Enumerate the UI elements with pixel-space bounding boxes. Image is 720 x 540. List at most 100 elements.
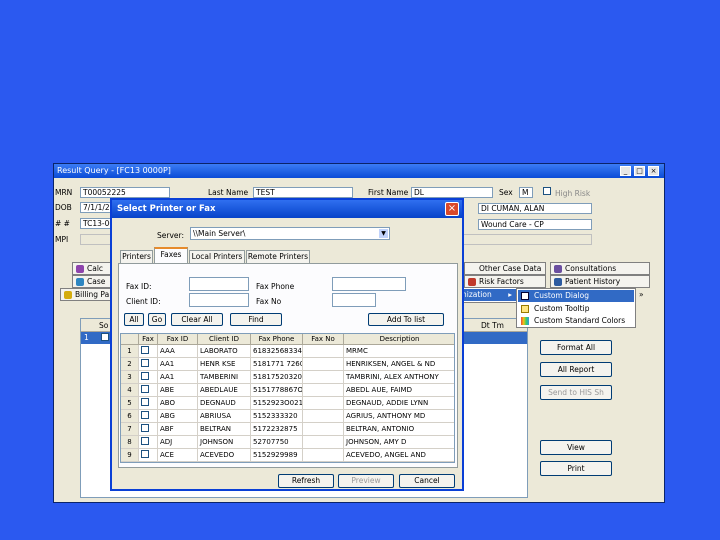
mrn-label: MRN — [55, 188, 73, 197]
find-button[interactable]: Find — [230, 313, 282, 326]
table-row[interactable]: 7 ABF BELTRAN 5172232875 BELTRAN, ANTONIO — [121, 423, 454, 436]
fax-select-checkbox[interactable] — [141, 385, 149, 393]
row-fax-no — [303, 410, 344, 423]
row-fax-no — [303, 423, 344, 436]
server-select[interactable]: \\Main Server\ ▼ — [190, 227, 390, 240]
row-fax-phone: 6183256833430 — [251, 345, 303, 358]
chevron-down-icon[interactable]: ▼ — [379, 229, 388, 238]
minimize-button[interactable]: _ — [620, 166, 631, 176]
fax-select-checkbox[interactable] — [141, 346, 149, 354]
row-fax-id: ACE — [158, 449, 198, 462]
sex-field[interactable]: M — [519, 187, 533, 198]
grid-header-num[interactable] — [121, 334, 139, 345]
tab-remote-printers[interactable]: Remote Printers — [246, 250, 310, 263]
fax-select-checkbox[interactable] — [141, 372, 149, 380]
row-client-id: DEGNAUD — [198, 397, 251, 410]
dialog-close-button[interactable]: × — [445, 202, 459, 216]
server-label: Server: — [157, 231, 184, 240]
row-client-id: HENR KSE — [198, 358, 251, 371]
grid-header-fax-id[interactable]: Fax ID — [158, 334, 198, 345]
table-row[interactable]: 6 ABG ABRIUSA 5152333320 AGRIUS, ANTHONY MD — [121, 410, 454, 423]
acct-label: # # — [55, 219, 70, 228]
last-name-field[interactable]: TEST — [253, 187, 353, 198]
main-titlebar: Result Query - [FC13 0000P] — [54, 164, 664, 178]
table-row[interactable]: 4 ABE ABEDLAUE 5151778867O1 ABEDL AUE, FAIMD — [121, 384, 454, 397]
grid-header-description[interactable]: Description — [344, 334, 454, 345]
menu-item-custom-tooltip[interactable]: Custom Tooltip — [518, 303, 634, 315]
location-field[interactable]: Wound Care - CP — [478, 219, 592, 230]
preview-button[interactable]: Preview — [338, 474, 394, 488]
fax-select-checkbox[interactable] — [141, 450, 149, 458]
mrn-field[interactable]: T00052225 — [80, 187, 170, 198]
grid-row-checkbox[interactable] — [101, 333, 109, 341]
table-row[interactable]: 2 AA1HENR KSE5181771 72606 HENRIKSEN, ANGE… — [121, 358, 454, 371]
add-to-list-button[interactable]: Add To list — [368, 313, 444, 326]
format-all-button[interactable]: Format All — [540, 340, 612, 355]
view-button[interactable]: View — [540, 440, 612, 455]
table-row[interactable]: 8 ADJ JOHNSON 52707750 JOHNSON, AMY D — [121, 436, 454, 449]
tab-faxes[interactable]: Faxes — [154, 247, 188, 264]
clear-all-button[interactable]: Clear All — [171, 313, 223, 326]
fax-select-checkbox[interactable] — [141, 437, 149, 445]
main-window-title: Result Query - [FC13 0000P] — [57, 166, 171, 175]
menu-item-custom-standard-colors[interactable]: Custom Standard Colors — [518, 315, 634, 327]
fax-id-label: Fax ID: — [126, 282, 152, 291]
tab-consultations[interactable]: Consultations — [550, 262, 650, 275]
tab-billing[interactable]: Billing Pa — [60, 288, 114, 301]
row-checkbox — [139, 345, 158, 358]
table-row[interactable]: 9 ACE ACEVEDO 5152929989 ACEVEDO, ANGEL AND — [121, 449, 454, 462]
go-button[interactable]: Go — [148, 313, 166, 326]
fax-select-checkbox[interactable] — [141, 411, 149, 419]
tab-other-case-data[interactable]: Other Case Data — [464, 262, 546, 275]
send-to-his-button[interactable]: Send to HIS Sh — [540, 385, 612, 400]
all-button[interactable]: All — [124, 313, 144, 326]
table-row[interactable]: 1 AAALABORATO6183256833430 MRMC — [121, 345, 454, 358]
row-checkbox — [139, 423, 158, 436]
client-id-input[interactable] — [189, 293, 249, 307]
fax-select-checkbox[interactable] — [141, 424, 149, 432]
tab-printers[interactable]: Printers — [120, 250, 153, 263]
fax-select-checkbox[interactable] — [141, 398, 149, 406]
dob-label: DOB — [55, 203, 72, 212]
menu-item-custom-dialog[interactable]: Custom Dialog — [518, 290, 634, 302]
maximize-button[interactable]: □ — [634, 166, 645, 176]
row-checkbox — [139, 397, 158, 410]
row-client-id: ABEDLAUE — [198, 384, 251, 397]
grid-header-fax-phone[interactable]: Fax Phone — [251, 334, 303, 345]
cancel-button[interactable]: Cancel — [399, 474, 455, 488]
fax-no-input[interactable] — [332, 293, 376, 307]
row-fax-no — [303, 358, 344, 371]
tab-calc[interactable]: Calc — [72, 262, 114, 275]
server-value: \\Main Server\ — [193, 229, 246, 238]
grid-header-fax[interactable]: Fax — [139, 334, 158, 345]
row-number: 2 — [121, 358, 139, 371]
fax-phone-input[interactable] — [332, 277, 406, 291]
first-name-field[interactable]: DL — [411, 187, 493, 198]
close-button[interactable]: × — [648, 166, 659, 176]
fax-phone-label: Fax Phone — [256, 282, 295, 291]
tab-case[interactable]: Case — [72, 275, 114, 288]
physician-field[interactable]: DI CUMAN, ALAN — [478, 203, 592, 214]
calc-icon — [76, 265, 84, 273]
customization-submenu: Custom Dialog Custom Tooltip Custom Stan… — [516, 288, 636, 328]
row-fax-phone: 52707750 — [251, 436, 303, 449]
menu-item-custom-tooltip-label: Custom Tooltip — [534, 304, 590, 313]
tab-local-printers[interactable]: Local Printers — [189, 250, 245, 263]
fax-id-input[interactable] — [189, 277, 249, 291]
tab-patient-history-label: Patient History — [565, 277, 621, 286]
table-row[interactable]: 3 AA1TAMBERINI5181752032084 TAMBRINI, ALEX… — [121, 371, 454, 384]
print-button[interactable]: Print — [540, 461, 612, 476]
refresh-button[interactable]: Refresh — [278, 474, 334, 488]
grid-header-client-id[interactable]: Client ID — [198, 334, 251, 345]
tab-patient-history[interactable]: Patient History — [550, 275, 650, 288]
submenu-arrow-icon: ▸ — [508, 290, 512, 299]
all-report-button[interactable]: All Report — [540, 362, 612, 377]
chevron-right-icon[interactable]: » — [639, 290, 644, 299]
grid-header-fax-no[interactable]: Fax No — [303, 334, 344, 345]
tab-case-label: Case — [87, 277, 106, 286]
high-risk-checkbox[interactable] — [543, 187, 551, 195]
billing-icon — [64, 291, 72, 299]
fax-select-checkbox[interactable] — [141, 359, 149, 367]
table-row[interactable]: 5 ABO DEGNAUD 5152923O021 DEGNAUD, ADDIE LYN… — [121, 397, 454, 410]
tab-calc-label: Calc — [87, 264, 104, 273]
